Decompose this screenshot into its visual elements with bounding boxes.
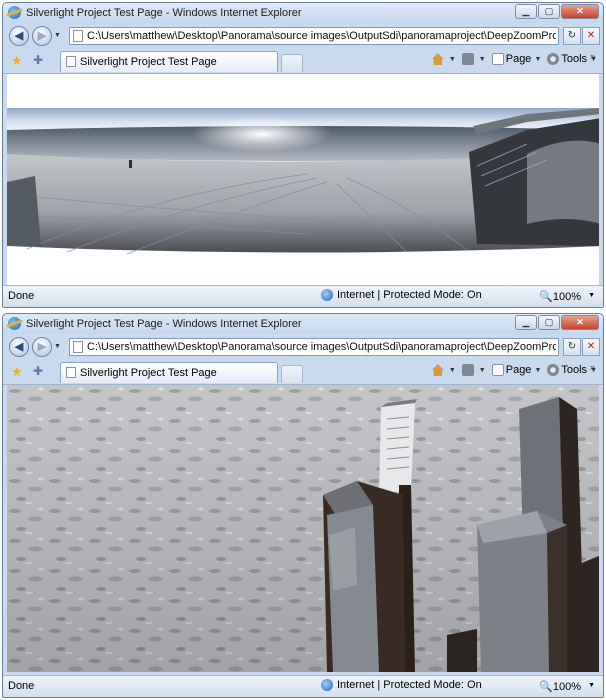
navigation-bar: ◀ ▶ ▼ C:\Users\matthew\Desktop\Panorama\…	[3, 23, 603, 49]
tab-page-icon	[66, 367, 76, 378]
status-bar: Done Internet | Protected Mode: On 🔍100%…	[3, 285, 603, 307]
stop-button[interactable]: ✕	[582, 27, 600, 45]
close-button[interactable]: ✕	[561, 4, 599, 19]
globe-icon	[321, 679, 333, 691]
zoom-level[interactable]: 🔍100%	[539, 680, 581, 693]
command-bar: ▼ ▼ Page ▼ Tools ▼ »	[426, 51, 597, 65]
favorites-star-icon[interactable]: ★	[11, 364, 23, 380]
zone-label: Internet | Protected Mode: On	[337, 289, 482, 301]
maximize-button[interactable]: ▢	[538, 4, 560, 19]
page-menu-label: Page	[505, 53, 532, 65]
navigation-bar: ◀ ▶ ▼ C:\Users\matthew\Desktop\Panorama\…	[3, 334, 603, 360]
globe-icon	[321, 289, 333, 301]
print-icon	[461, 364, 474, 376]
zoom-level[interactable]: 🔍100%	[539, 290, 581, 303]
stop-button[interactable]: ✕	[582, 338, 600, 356]
gear-icon	[547, 364, 560, 376]
command-bar: ▼ ▼ Page ▼ Tools ▼ »	[426, 362, 597, 376]
ie-icon	[8, 317, 21, 330]
tab-page-icon	[66, 56, 76, 67]
forward-button[interactable]: ▶	[32, 337, 52, 357]
page-menu-icon	[491, 364, 504, 376]
new-tab-button[interactable]	[281, 365, 303, 383]
window-title: Silverlight Project Test Page - Windows …	[26, 7, 302, 19]
minimize-button[interactable]: ▁	[515, 315, 537, 330]
zone-label: Internet | Protected Mode: On	[337, 679, 482, 691]
new-tab-button[interactable]	[281, 54, 303, 72]
status-bar: Done Internet | Protected Mode: On 🔍100%…	[3, 675, 603, 697]
ie-icon	[8, 6, 21, 19]
zoom-value: 100%	[552, 681, 581, 693]
print-icon	[461, 53, 474, 65]
close-button[interactable]: ✕	[561, 315, 599, 330]
favorites-star-icon[interactable]: ★	[11, 53, 23, 69]
home-button[interactable]: ▼	[431, 53, 456, 65]
tab-row: ★ ✚ Silverlight Project Test Page ▼ ▼ Pa…	[3, 360, 603, 385]
page-menu-button[interactable]: Page ▼	[491, 53, 541, 65]
more-commands-chevron-icon[interactable]: »	[590, 51, 595, 61]
refresh-button[interactable]: ↻	[563, 27, 581, 45]
status-text: Done	[8, 290, 35, 302]
minimize-button[interactable]: ▁	[515, 4, 537, 19]
title-bar[interactable]: Silverlight Project Test Page - Windows …	[3, 3, 603, 23]
home-icon	[431, 364, 444, 376]
back-button[interactable]: ◀	[9, 337, 29, 357]
print-button[interactable]: ▼	[461, 364, 486, 376]
gear-icon	[547, 53, 560, 65]
status-text: Done	[8, 680, 35, 692]
refresh-button[interactable]: ↻	[563, 338, 581, 356]
tools-menu-label: Tools	[561, 364, 588, 376]
address-bar[interactable]: C:\Users\matthew\Desktop\Panorama\source…	[69, 27, 559, 45]
maximize-button[interactable]: ▢	[538, 315, 560, 330]
print-button[interactable]: ▼	[461, 53, 486, 65]
recent-pages-dropdown-icon[interactable]: ▼	[54, 32, 61, 39]
forward-button[interactable]: ▶	[32, 26, 52, 46]
security-zone[interactable]: Internet | Protected Mode: On	[321, 289, 482, 301]
page-icon	[73, 30, 83, 42]
security-zone[interactable]: Internet | Protected Mode: On	[321, 679, 482, 691]
tab-label: Silverlight Project Test Page	[80, 56, 217, 68]
home-icon	[431, 53, 444, 65]
tools-menu-label: Tools	[561, 53, 588, 65]
page-menu-icon	[491, 53, 504, 65]
page-icon	[73, 341, 83, 353]
browser-window-panorama: Silverlight Project Test Page - Windows …	[2, 2, 604, 308]
tab-silverlight-test-page[interactable]: Silverlight Project Test Page	[60, 362, 278, 383]
home-button[interactable]: ▼	[431, 364, 456, 376]
add-favorites-icon[interactable]: ✚	[33, 364, 43, 378]
browser-window-zoomed: Silverlight Project Test Page - Windows …	[2, 313, 604, 698]
address-text: C:\Users\matthew\Desktop\Panorama\source…	[87, 30, 556, 42]
more-commands-chevron-icon[interactable]: »	[590, 362, 595, 372]
window-title: Silverlight Project Test Page - Windows …	[26, 318, 302, 330]
tab-label: Silverlight Project Test Page	[80, 367, 217, 379]
zoomed-sand-image[interactable]	[7, 385, 599, 672]
address-bar[interactable]: C:\Users\matthew\Desktop\Panorama\source…	[69, 338, 559, 356]
title-bar[interactable]: Silverlight Project Test Page - Windows …	[3, 314, 603, 334]
add-favorites-icon[interactable]: ✚	[33, 53, 43, 67]
page-menu-button[interactable]: Page ▼	[491, 364, 541, 376]
tab-row: ★ ✚ Silverlight Project Test Page ▼ ▼ Pa…	[3, 49, 603, 74]
back-button[interactable]: ◀	[9, 26, 29, 46]
zoom-dropdown-icon[interactable]: ▼	[588, 682, 595, 689]
silverlight-panorama-viewer[interactable]	[7, 385, 599, 672]
page-menu-label: Page	[505, 364, 532, 376]
tab-silverlight-test-page[interactable]: Silverlight Project Test Page	[60, 51, 278, 72]
recent-pages-dropdown-icon[interactable]: ▼	[54, 343, 61, 350]
zoom-dropdown-icon[interactable]: ▼	[588, 292, 595, 299]
zoom-value: 100%	[552, 291, 581, 303]
silverlight-panorama-viewer[interactable]	[7, 74, 599, 286]
address-text: C:\Users\matthew\Desktop\Panorama\source…	[87, 341, 556, 353]
beach-panorama-image[interactable]	[7, 74, 599, 286]
